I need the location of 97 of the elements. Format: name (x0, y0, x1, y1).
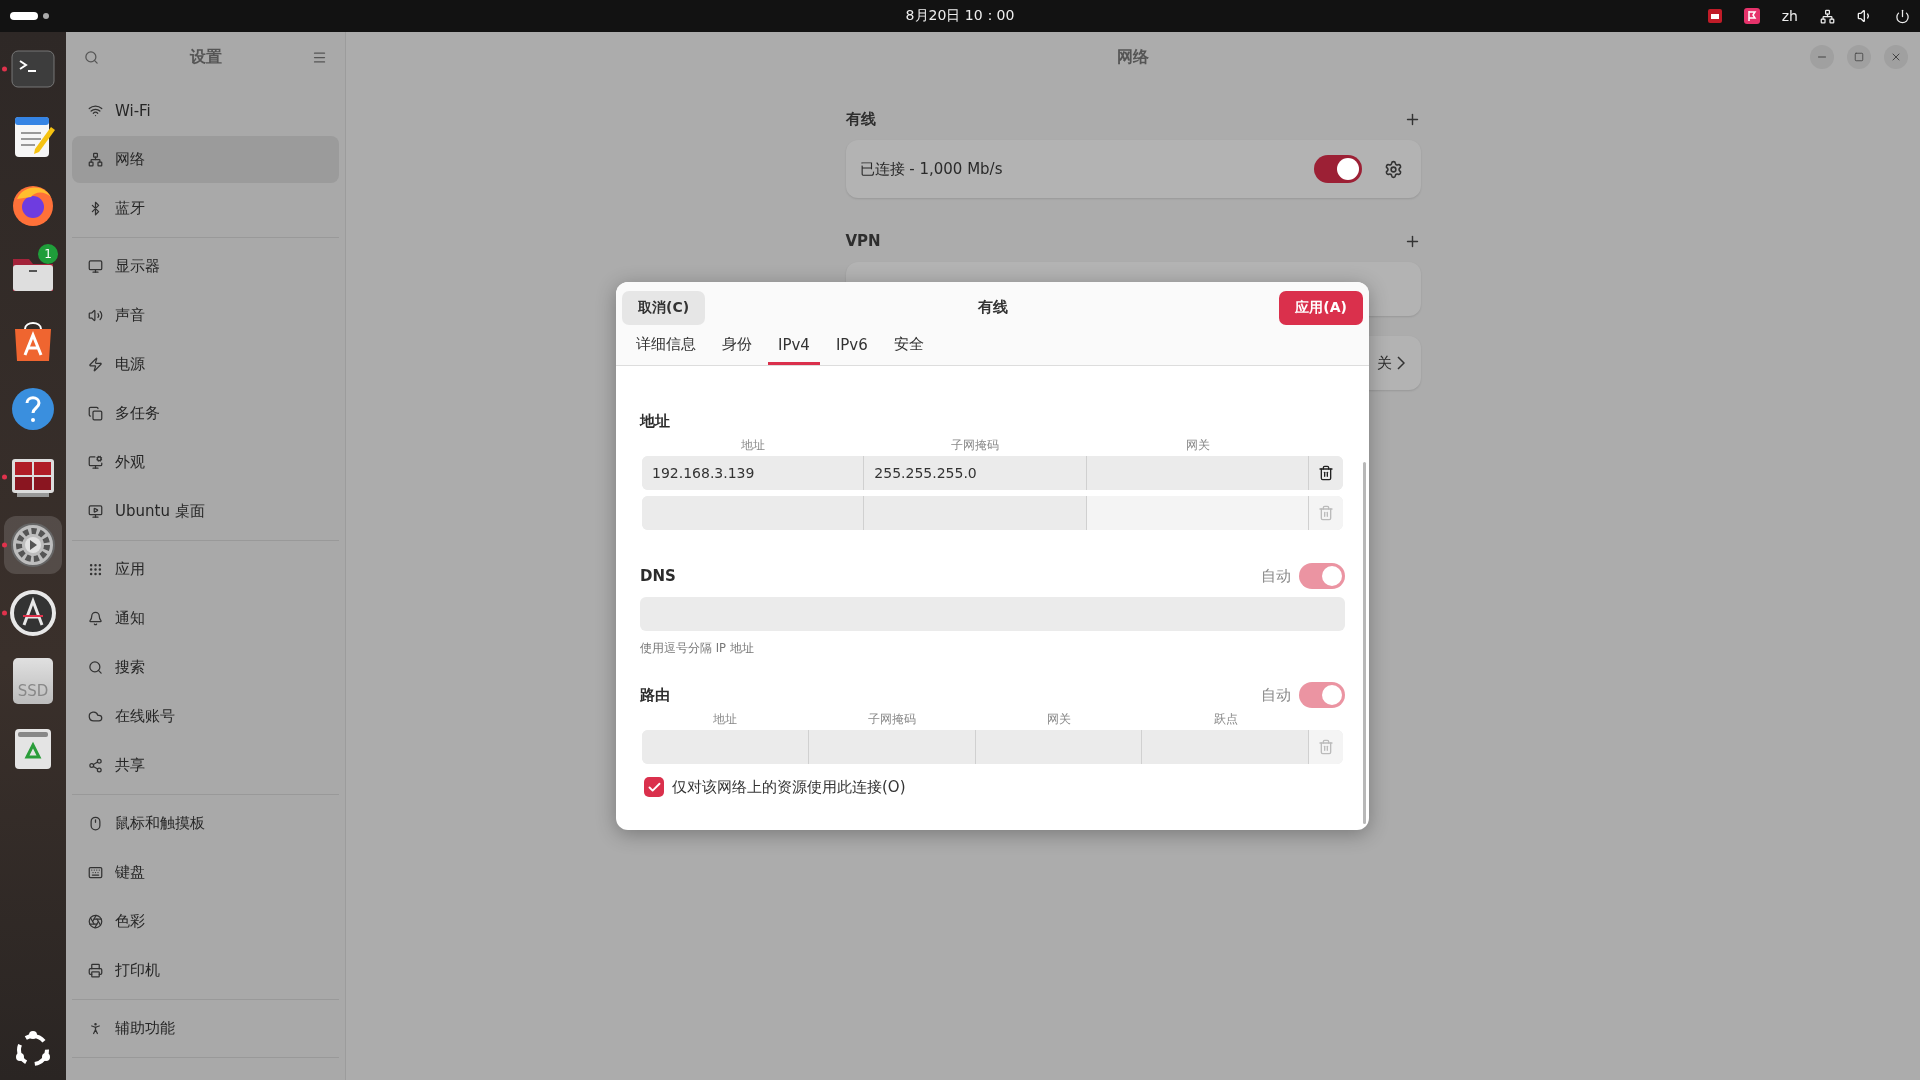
auto-label: 自动 (1261, 566, 1291, 586)
gateway-input[interactable] (1086, 496, 1309, 530)
appearance-icon (88, 455, 103, 470)
multitask-icon (88, 406, 103, 421)
drive-label: SSD (17, 682, 49, 700)
sidebar-item[interactable]: 辅助功能 (72, 1005, 339, 1052)
gear-icon (9, 521, 57, 569)
connection-status: 已连接 - 1,000 Mb/s (859, 159, 1003, 179)
column-header: 网关 (1046, 712, 1071, 727)
bell-icon (88, 611, 103, 626)
checkbox[interactable] (644, 777, 664, 797)
close-button[interactable] (1884, 45, 1908, 69)
mouse-icon (88, 816, 103, 831)
sidebar-item[interactable]: 显示器 (72, 243, 339, 290)
dock-item[interactable] (4, 516, 62, 574)
address-input[interactable]: 192.168.3.139 (642, 456, 865, 490)
column-header: 跃点 (1213, 712, 1238, 727)
column-header: 子网掩码 (868, 712, 917, 727)
hint-text: 使用逗号分隔 IP 地址 (640, 641, 755, 656)
section-title: 有线 (845, 109, 876, 129)
section-title: 地址 (640, 411, 670, 431)
sidebar-item[interactable]: 电源 (72, 341, 339, 388)
tray-app-icon[interactable] (1707, 9, 1722, 23)
sidebar-item[interactable]: 声音 (72, 292, 339, 339)
column-header: 网关 (1185, 438, 1210, 453)
share-icon (88, 758, 103, 773)
sidebar-item[interactable]: 应用 (72, 546, 339, 593)
sidebar-item[interactable]: 色彩 (72, 898, 339, 945)
auto-label: 自动 (1261, 685, 1291, 705)
sidebar-item[interactable]: Wi-Fi (72, 87, 339, 134)
column-header: 地址 (713, 712, 738, 727)
printer-icon (88, 963, 103, 978)
notification-badge: 1 (38, 244, 58, 264)
search-icon[interactable] (84, 49, 99, 65)
column-header: 地址 (741, 438, 766, 453)
section-title: DNS (640, 567, 676, 585)
tab[interactable]: IPv6 (825, 327, 878, 365)
keyboard-icon (88, 865, 103, 880)
section-title: 路由 (640, 685, 670, 705)
tab[interactable]: 安全 (883, 327, 934, 365)
sidebar-item[interactable]: 搜索 (72, 644, 339, 691)
sidebar-item[interactable]: 在线账号 (72, 693, 339, 740)
menu-icon[interactable] (312, 49, 327, 65)
sidebar-item[interactable]: 外观 (72, 439, 339, 486)
wifi-icon (88, 103, 103, 118)
maximize-icon (1854, 52, 1864, 62)
cloud-icon (88, 709, 103, 724)
apply-button[interactable]: 应用(A) (1279, 290, 1363, 325)
section-title: VPN (845, 232, 881, 250)
page-title: 网络 (1117, 46, 1149, 68)
scrollbar[interactable] (1363, 462, 1366, 824)
search-icon (88, 660, 103, 675)
sidebar-item[interactable]: Ubuntu 桌面 (72, 488, 339, 535)
apps-icon (88, 562, 103, 577)
input-method-indicator[interactable]: zh (1781, 8, 1798, 24)
sidebar-item[interactable]: 键盘 (72, 849, 339, 896)
activities-indicator[interactable] (10, 11, 50, 21)
tab[interactable]: IPv4 (768, 327, 820, 365)
clock[interactable]: 8月20日 10：00 (905, 7, 1015, 25)
delete-icon[interactable] (1318, 465, 1334, 481)
network-icon[interactable] (1820, 8, 1835, 24)
tab[interactable]: 详细信息 (626, 327, 706, 365)
connection-switch[interactable] (1313, 155, 1362, 183)
sidebar-item[interactable]: 鼠标和触摸板 (72, 800, 339, 847)
access-icon (88, 1021, 103, 1036)
settings-icon[interactable] (1383, 159, 1403, 179)
dns-auto-switch[interactable] (1299, 563, 1345, 589)
sidebar-item[interactable]: 通知 (72, 595, 339, 642)
color-icon (88, 914, 103, 929)
power-icon (88, 357, 103, 372)
sidebar-item[interactable]: 打印机 (72, 947, 339, 994)
maximize-button[interactable] (1847, 45, 1871, 69)
sound-icon (88, 308, 103, 323)
dock-item[interactable]: 1 (4, 244, 62, 302)
route-input[interactable] (642, 730, 809, 764)
chevron-icon (1396, 356, 1405, 370)
cancel-button[interactable]: 取消(C) (622, 290, 706, 325)
power-icon[interactable] (1895, 8, 1910, 24)
desktop-icon (88, 504, 103, 519)
column-header: 子网掩码 (951, 438, 1000, 453)
close-icon (1890, 51, 1902, 63)
sidebar-item[interactable]: 蓝牙 (72, 185, 339, 232)
network-icon (88, 152, 103, 167)
tray-flag-icon[interactable] (1743, 8, 1760, 24)
display-icon (88, 259, 103, 274)
address-input[interactable] (642, 496, 865, 530)
routes-auto-switch[interactable] (1299, 682, 1345, 708)
tab[interactable]: 身份 (712, 327, 762, 365)
updater-icon (9, 589, 57, 637)
sidebar-item[interactable]: 多任务 (72, 390, 339, 437)
sidebar-item[interactable]: 网络 (72, 136, 339, 183)
help-icon (9, 385, 57, 433)
checkbox-label[interactable]: 仅对该网络上的资源使用此连接(O) (672, 777, 906, 797)
proxy-status: 关 (1376, 353, 1392, 373)
dialog-title: 有线 (977, 298, 1008, 317)
sidebar-item[interactable]: 共享 (72, 742, 339, 789)
sidebar-title: 设置 (189, 46, 222, 68)
